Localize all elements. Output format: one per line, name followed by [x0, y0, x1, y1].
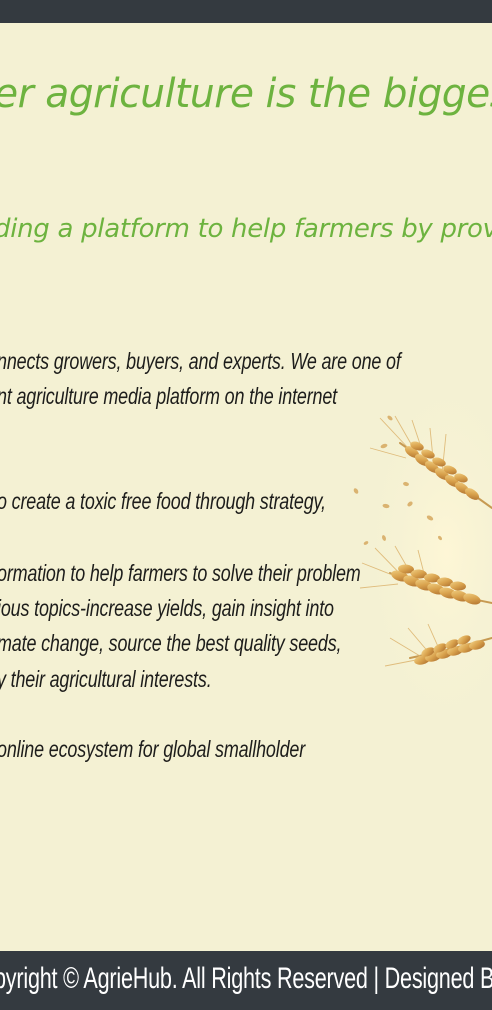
- about-line: ious topics-increase yields, gain insigh…: [0, 595, 334, 621]
- top-bar: [0, 0, 492, 23]
- about-line: o create a toxic free food through strat…: [0, 488, 326, 514]
- footer: pyright © AgrieHub. All Rights Reserved …: [0, 951, 492, 1010]
- wheat-image: [340, 388, 492, 718]
- about-line: nt agriculture media platform on the int…: [0, 383, 338, 409]
- about-line: mate change, source the best quality see…: [0, 630, 342, 656]
- main-content: er agriculture is the biggest ding a pla…: [0, 23, 492, 951]
- about-line: online ecosystem for global smallholder: [0, 736, 306, 762]
- hero-subtitle: ding a platform to help farmers by provi…: [0, 214, 492, 244]
- about-line: ormation to help farmers to solve their …: [0, 560, 361, 586]
- hero-title: er agriculture is the biggest: [0, 71, 492, 117]
- about-line: nnects growers, buyers, and experts. We …: [0, 348, 401, 374]
- about-line: y their agricultural interests.: [0, 666, 212, 692]
- footer-copyright: pyright © AgrieHub. All Rights Reserved …: [0, 962, 492, 995]
